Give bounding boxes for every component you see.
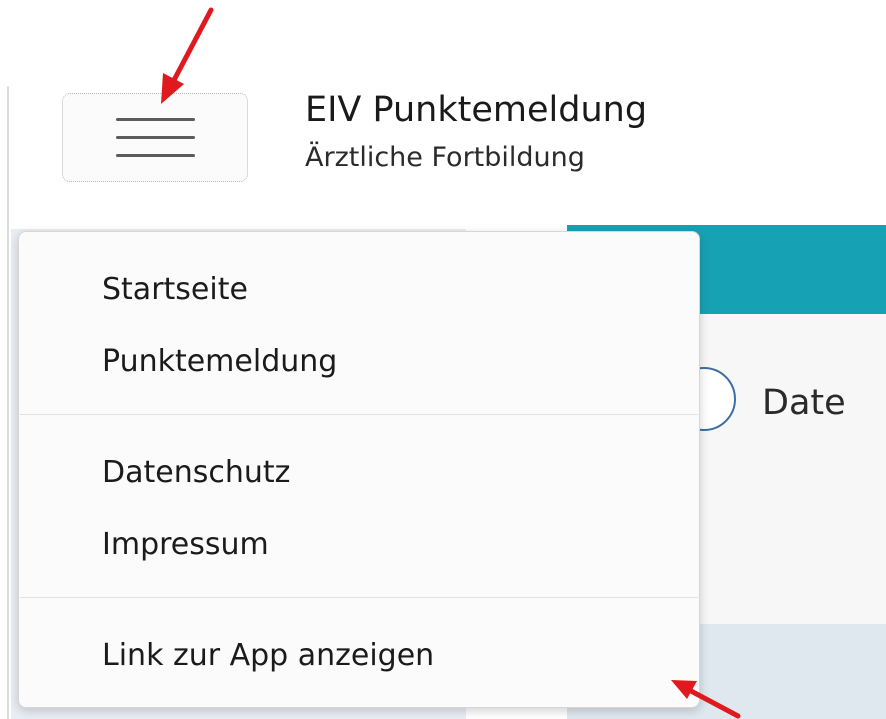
menu-item-datenschutz[interactable]: Datenschutz (102, 453, 290, 493)
menu-item-impressum[interactable]: Impressum (102, 525, 269, 565)
menu-divider (20, 597, 698, 598)
window-left-edge (7, 86, 9, 719)
hamburger-menu-button[interactable] (62, 93, 248, 182)
menu-divider (20, 414, 698, 415)
radio-label: Date (762, 383, 846, 423)
app-title: EIV Punktemeldung (305, 90, 648, 130)
app-subtitle: Ärztliche Fortbildung (305, 142, 585, 173)
menu-item-link-zur-app[interactable]: Link zur App anzeigen (102, 636, 434, 676)
menu-item-startseite[interactable]: Startseite (102, 270, 248, 310)
navigation-menu: Startseite Punktemeldung Datenschutz Imp… (18, 231, 700, 708)
arrow-to-menu-button-icon (161, 7, 214, 104)
menu-item-punktemeldung[interactable]: Punktemeldung (102, 342, 337, 382)
